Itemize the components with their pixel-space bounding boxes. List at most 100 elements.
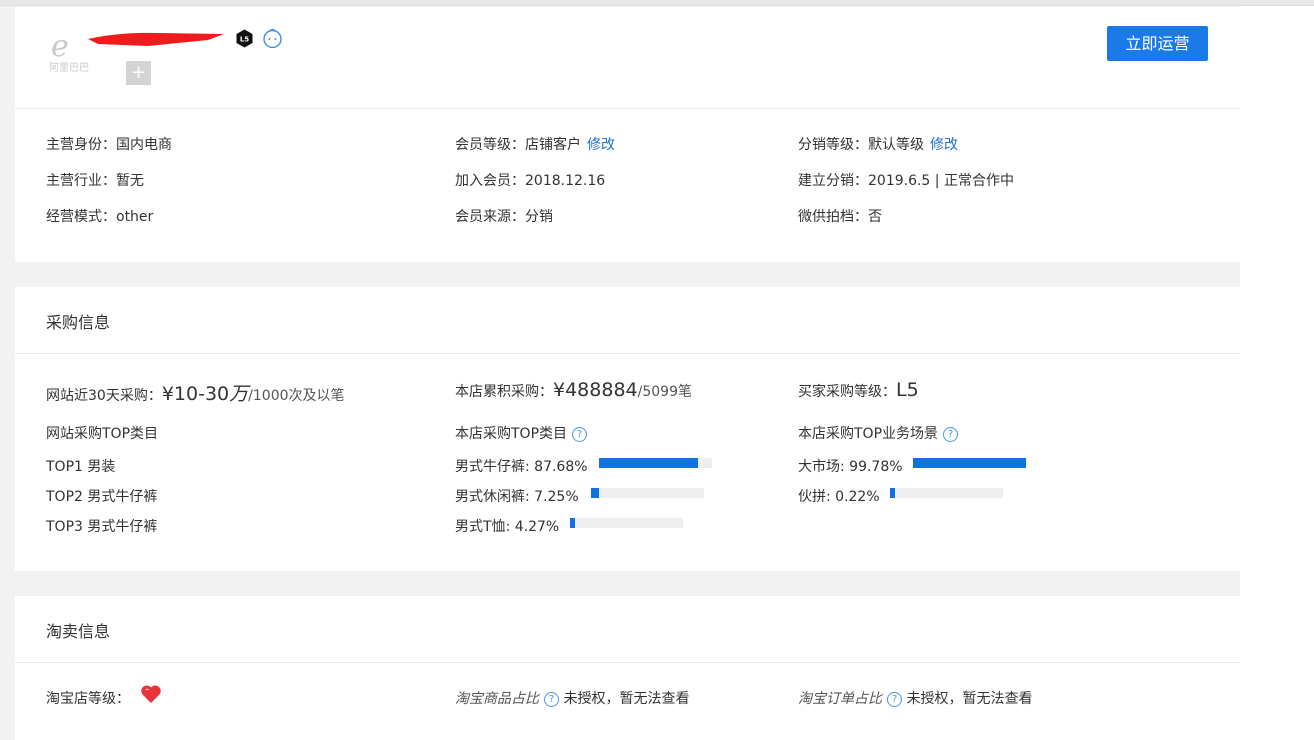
industry-label: 主营行业： (46, 173, 116, 189)
profile-card: e 阿里巴巴 L5 + 立即运营 主营身份：国内电商 主营行业：暂无 经营模式：… (15, 7, 1240, 262)
scene-top-help-icon[interactable]: ? (943, 427, 959, 442)
site30-unit: 万 (229, 383, 249, 405)
join-value: 2018.12.16 (525, 173, 606, 189)
purchase-section-title: 采购信息 (46, 313, 111, 332)
mode-value: other (116, 209, 154, 225)
scene-top-heading: 本店采购TOP业务场景? (798, 423, 959, 443)
identity-field: 主营身份：国内电商 (46, 134, 172, 154)
scene-bar (890, 488, 1003, 498)
edit-member-level-link[interactable]: 修改 (587, 137, 615, 153)
identity-value: 国内电商 (116, 137, 172, 153)
dist-level-field: 分销等级：默认等级 修改 (798, 134, 958, 154)
dist-level-label: 分销等级： (798, 137, 868, 153)
weigong-field: 微供拍档：否 (798, 206, 882, 226)
member-level-label: 会员等级： (455, 137, 525, 153)
goods-ratio-label: 淘宝商品占比 (455, 691, 539, 707)
store-top-heading: 本店采购TOP类目? (455, 423, 588, 443)
join-label: 加入会员： (455, 173, 525, 189)
industry-field: 主营行业：暂无 (46, 170, 144, 190)
scene-bar-fill (913, 458, 1026, 468)
operate-now-button[interactable]: 立即运营 (1107, 26, 1208, 61)
top-category: 男式牛仔裤 (87, 489, 158, 505)
buyer-level-label: 买家采购等级： (798, 384, 896, 400)
store-top-percent: 7.25% (534, 489, 579, 505)
order-ratio-help-icon[interactable]: ? (887, 692, 902, 707)
dist-setup-label: 建立分销： (798, 173, 868, 189)
site30-field: 网站近30天采购：¥10-30万/1000次及以笔 (46, 379, 345, 406)
goods-ratio-value: 未授权，暂无法查看 (563, 691, 690, 707)
store-top-bar-fill (599, 458, 698, 468)
top-category: 男装 (87, 459, 116, 475)
member-source-field: 会员来源：分销 (455, 206, 553, 226)
list-item: 大市场: 99.78% (798, 459, 903, 475)
list-item: TOP2 男式牛仔裤 (46, 486, 157, 506)
level-l5-badge-icon: L5 (236, 29, 253, 48)
member-level-field: 会员等级：店铺客户 修改 (455, 134, 615, 154)
scene-percent: 0.22% (835, 489, 880, 505)
list-item: 伙拼: 0.22% (798, 489, 880, 505)
store-top-category: 男式T恤 (455, 519, 506, 535)
purchase-card: 采购信息 网站近30天采购：¥10-30万/1000次及以笔 本店累积采购：¥4… (15, 287, 1240, 571)
add-tag-button[interactable]: + (126, 61, 151, 85)
taobao-divider (15, 662, 1240, 663)
list-item: TOP3 男式牛仔裤 (46, 516, 157, 536)
source-value: 分销 (525, 209, 553, 225)
store-top-bar-fill (570, 518, 575, 528)
wangwang-chat-icon[interactable] (262, 28, 283, 48)
top-category: 男式牛仔裤 (87, 519, 158, 535)
weigong-value: 否 (868, 209, 882, 225)
store-total-label: 本店累积采购： (455, 384, 553, 400)
industry-value: 暂无 (116, 173, 144, 189)
site30-amount: ¥10-30 (161, 383, 230, 405)
store-top-category: 男式牛仔裤 (455, 459, 525, 475)
store-top-bar (570, 518, 683, 528)
top-rank: TOP1 (46, 459, 83, 475)
scene-name: 伙拼 (798, 489, 826, 505)
scene-name: 大市场 (798, 459, 840, 475)
list-item: 男式T恤: 4.27% (455, 519, 560, 535)
order-ratio-value: 未授权，暂无法查看 (906, 691, 1033, 707)
edit-dist-level-link[interactable]: 修改 (930, 137, 958, 153)
store-top-help-icon[interactable]: ? (572, 427, 588, 442)
dist-setup-field: 建立分销：2019.6.5 | 正常合作中 (798, 170, 1014, 190)
buyer-level-field: 买家采购等级：L5 (798, 379, 919, 401)
redacted-name-scribble (88, 32, 224, 46)
weigong-label: 微供拍档： (798, 209, 868, 225)
scene-percent: 99.78% (849, 459, 903, 475)
store-top-percent: 87.68% (534, 459, 588, 475)
scene-bar-fill (890, 488, 895, 498)
right-blank-area (1240, 6, 1314, 740)
member-level-value: 店铺客户 (525, 137, 581, 153)
scene-bar (913, 458, 1026, 468)
shop-level-label: 淘宝店等级： (46, 691, 130, 707)
dist-level-value: 默认等级 (868, 137, 924, 153)
mode-label: 经营模式： (46, 209, 116, 225)
order-ratio-field: 淘宝订单占比? 未授权，暂无法查看 (798, 688, 1032, 708)
store-top-title: 本店采购TOP类目 (455, 426, 568, 442)
goods-ratio-help-icon[interactable]: ? (544, 692, 559, 707)
store-top-percent: 4.27% (514, 519, 560, 535)
store-top-category: 男式休闲裤 (455, 489, 525, 505)
identity-label: 主营身份： (46, 137, 116, 153)
join-date-field: 加入会员：2018.12.16 (455, 170, 605, 190)
store-top-bar (591, 488, 704, 498)
list-item: TOP1 男装 (46, 456, 115, 476)
top-rank: TOP3 (46, 519, 83, 535)
buyer-level-value: L5 (896, 379, 919, 401)
mode-field: 经营模式：other (46, 206, 153, 226)
taobao-card: 淘卖信息 淘宝店等级： 淘宝商品占比? 未授权，暂无法查看 淘宝订单占比? 未授… (15, 596, 1240, 740)
goods-ratio-field: 淘宝商品占比? 未授权，暂无法查看 (455, 688, 689, 708)
list-item: 男式休闲裤: 7.25% (455, 489, 579, 505)
logo-text: 阿里巴巴 (49, 63, 89, 74)
store-total-amount: ¥488884 (553, 379, 638, 401)
store-total-field: 本店累积采购：¥488884/5099笔 (455, 379, 692, 401)
order-ratio-label: 淘宝订单占比 (798, 691, 882, 707)
list-item: 男式牛仔裤: 87.68% (455, 459, 588, 475)
profile-divider (15, 108, 1240, 109)
store-top-bar-fill (591, 488, 599, 498)
taobao-section-title: 淘卖信息 (46, 622, 111, 641)
svg-text:L5: L5 (240, 36, 249, 44)
top-edge (0, 0, 1314, 6)
site30-label: 网站近30天采购： (46, 388, 162, 404)
scene-top-title: 本店采购TOP业务场景 (798, 426, 939, 442)
